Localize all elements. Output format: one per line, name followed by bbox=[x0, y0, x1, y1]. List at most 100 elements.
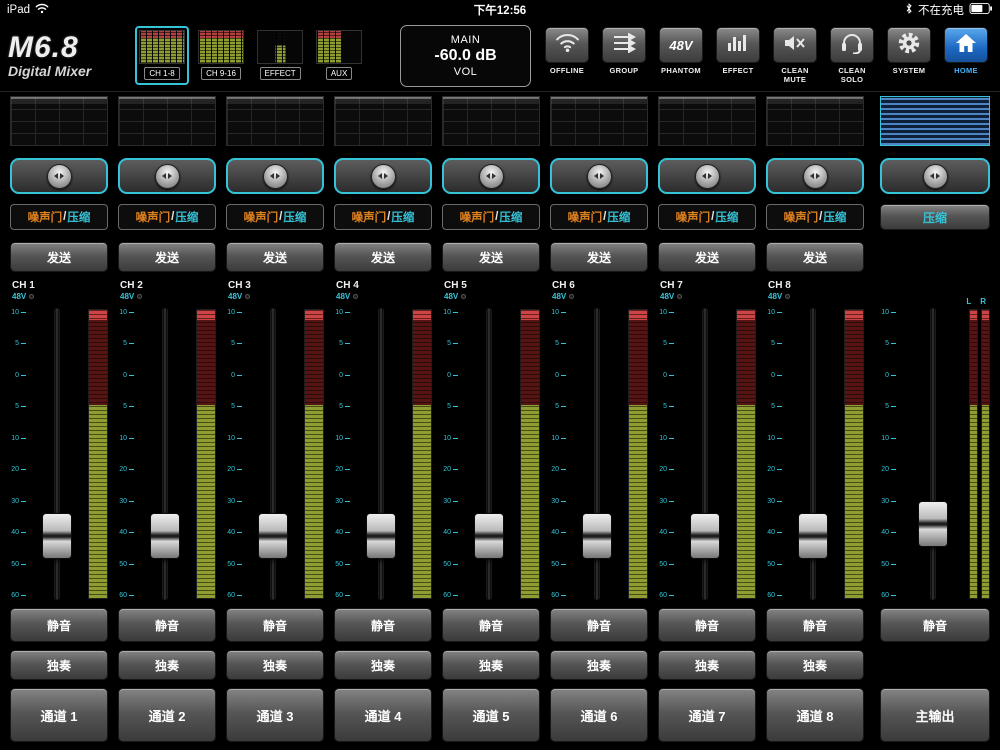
channel-select-button[interactable]: 通道 1 bbox=[10, 688, 108, 742]
channel-select-button[interactable]: 通道 5 bbox=[442, 688, 540, 742]
channel-select-button[interactable]: 通道 3 bbox=[226, 688, 324, 742]
pan-knob[interactable] bbox=[802, 163, 828, 189]
channel-fader[interactable] bbox=[676, 306, 734, 602]
channel-select-button[interactable]: 通道 4 bbox=[334, 688, 432, 742]
gate-compressor-button[interactable]: 噪声门 / 压缩 bbox=[550, 204, 648, 230]
master-pan-control[interactable] bbox=[880, 158, 990, 194]
channel-fader[interactable] bbox=[784, 306, 842, 602]
master-select-button[interactable]: 主输出 bbox=[880, 688, 990, 742]
mute-button[interactable]: 静音 bbox=[766, 608, 864, 642]
gate-compressor-button[interactable]: 噪声门 / 压缩 bbox=[658, 204, 756, 230]
fader-cap[interactable] bbox=[474, 513, 504, 560]
meter-tab-effect[interactable]: EFFECT bbox=[253, 26, 307, 85]
fader-cap[interactable] bbox=[366, 513, 396, 560]
pan-knob[interactable] bbox=[262, 163, 288, 189]
gate-compressor-button[interactable]: 噪声门 / 压缩 bbox=[118, 204, 216, 230]
gate-compressor-button[interactable]: 噪声门 / 压缩 bbox=[442, 204, 540, 230]
pan-control[interactable] bbox=[10, 158, 108, 194]
mute-button[interactable]: 静音 bbox=[550, 608, 648, 642]
send-button[interactable]: 发送 bbox=[766, 242, 864, 272]
gate-compressor-button[interactable]: 噪声门 / 压缩 bbox=[226, 204, 324, 230]
group-button[interactable]: GROUP bbox=[600, 27, 648, 84]
eq-display[interactable] bbox=[658, 96, 756, 146]
pan-knob[interactable] bbox=[694, 163, 720, 189]
mute-button[interactable]: 静音 bbox=[658, 608, 756, 642]
send-button[interactable]: 发送 bbox=[550, 242, 648, 272]
gate-compressor-button[interactable]: 噪声门 / 压缩 bbox=[10, 204, 108, 230]
mute-button[interactable]: 静音 bbox=[226, 608, 324, 642]
channel-fader[interactable] bbox=[244, 306, 302, 602]
gate-compressor-button[interactable]: 噪声门 / 压缩 bbox=[766, 204, 864, 230]
send-button[interactable]: 发送 bbox=[658, 242, 756, 272]
send-button[interactable]: 发送 bbox=[226, 242, 324, 272]
solo-button[interactable]: 独奏 bbox=[334, 650, 432, 680]
phantom-button[interactable]: 48V PHANTOM bbox=[657, 27, 705, 84]
home-button[interactable]: HOME bbox=[942, 27, 990, 84]
channel-select-button[interactable]: 通道 8 bbox=[766, 688, 864, 742]
pan-control[interactable] bbox=[766, 158, 864, 194]
solo-button[interactable]: 独奏 bbox=[442, 650, 540, 680]
pan-knob[interactable] bbox=[586, 163, 612, 189]
eq-display[interactable] bbox=[226, 96, 324, 146]
effect-button[interactable]: EFFECT bbox=[714, 27, 762, 84]
channel-fader[interactable] bbox=[352, 306, 410, 602]
fader-cap[interactable] bbox=[582, 513, 612, 560]
fader-cap[interactable] bbox=[150, 513, 180, 560]
meter-tab-ch-9-16[interactable]: CH 9-16 bbox=[194, 26, 248, 85]
pan-knob[interactable] bbox=[46, 163, 72, 189]
pan-control[interactable] bbox=[658, 158, 756, 194]
master-fader-cap[interactable] bbox=[917, 501, 948, 548]
send-button[interactable]: 发送 bbox=[118, 242, 216, 272]
system-button[interactable]: SYSTEM bbox=[885, 27, 933, 84]
master-mute-button[interactable]: 静音 bbox=[880, 608, 990, 642]
clean-mute-button[interactable]: CLEAN MUTE bbox=[771, 27, 819, 84]
eq-display[interactable] bbox=[766, 96, 864, 146]
channel-fader[interactable] bbox=[136, 306, 194, 602]
solo-button[interactable]: 独奏 bbox=[658, 650, 756, 680]
send-button[interactable]: 发送 bbox=[10, 242, 108, 272]
channel-select-button[interactable]: 通道 6 bbox=[550, 688, 648, 742]
solo-button[interactable]: 独奏 bbox=[118, 650, 216, 680]
pan-control[interactable] bbox=[118, 158, 216, 194]
meter-tab-ch-1-8[interactable]: CH 1-8 bbox=[135, 26, 190, 85]
channel-fader[interactable] bbox=[568, 306, 626, 602]
mute-button[interactable]: 静音 bbox=[334, 608, 432, 642]
channel-select-button[interactable]: 通道 2 bbox=[118, 688, 216, 742]
master-pan-knob[interactable] bbox=[922, 163, 948, 189]
eq-display[interactable] bbox=[334, 96, 432, 146]
channel-select-button[interactable]: 通道 7 bbox=[658, 688, 756, 742]
pan-control[interactable] bbox=[550, 158, 648, 194]
pan-knob[interactable] bbox=[478, 163, 504, 189]
send-button[interactable]: 发送 bbox=[442, 242, 540, 272]
meter-tab-aux[interactable]: AUX bbox=[312, 26, 366, 85]
eq-display[interactable] bbox=[550, 96, 648, 146]
offline-button[interactable]: OFFLINE bbox=[543, 27, 591, 84]
master-fader[interactable] bbox=[898, 306, 967, 602]
channel-fader[interactable] bbox=[28, 306, 86, 602]
channel-fader[interactable] bbox=[460, 306, 518, 602]
pan-control[interactable] bbox=[334, 158, 432, 194]
solo-button[interactable]: 独奏 bbox=[766, 650, 864, 680]
solo-button[interactable]: 独奏 bbox=[550, 650, 648, 680]
solo-button[interactable]: 独奏 bbox=[10, 650, 108, 680]
pan-knob[interactable] bbox=[370, 163, 396, 189]
fader-cap[interactable] bbox=[798, 513, 828, 560]
send-button[interactable]: 发送 bbox=[334, 242, 432, 272]
pan-knob[interactable] bbox=[154, 163, 180, 189]
master-compressor-button[interactable]: 压缩 bbox=[880, 204, 990, 230]
master-eq-display[interactable] bbox=[880, 96, 990, 146]
eq-display[interactable] bbox=[10, 96, 108, 146]
eq-display[interactable] bbox=[118, 96, 216, 146]
pan-control[interactable] bbox=[442, 158, 540, 194]
fader-cap[interactable] bbox=[258, 513, 288, 560]
fader-cap[interactable] bbox=[42, 513, 72, 560]
clean-solo-button[interactable]: CLEAN SOLO bbox=[828, 27, 876, 84]
fader-cap[interactable] bbox=[690, 513, 720, 560]
gate-compressor-button[interactable]: 噪声门 / 压缩 bbox=[334, 204, 432, 230]
solo-button[interactable]: 独奏 bbox=[226, 650, 324, 680]
mute-button[interactable]: 静音 bbox=[442, 608, 540, 642]
eq-display[interactable] bbox=[442, 96, 540, 146]
mute-button[interactable]: 静音 bbox=[10, 608, 108, 642]
mute-button[interactable]: 静音 bbox=[118, 608, 216, 642]
pan-control[interactable] bbox=[226, 158, 324, 194]
